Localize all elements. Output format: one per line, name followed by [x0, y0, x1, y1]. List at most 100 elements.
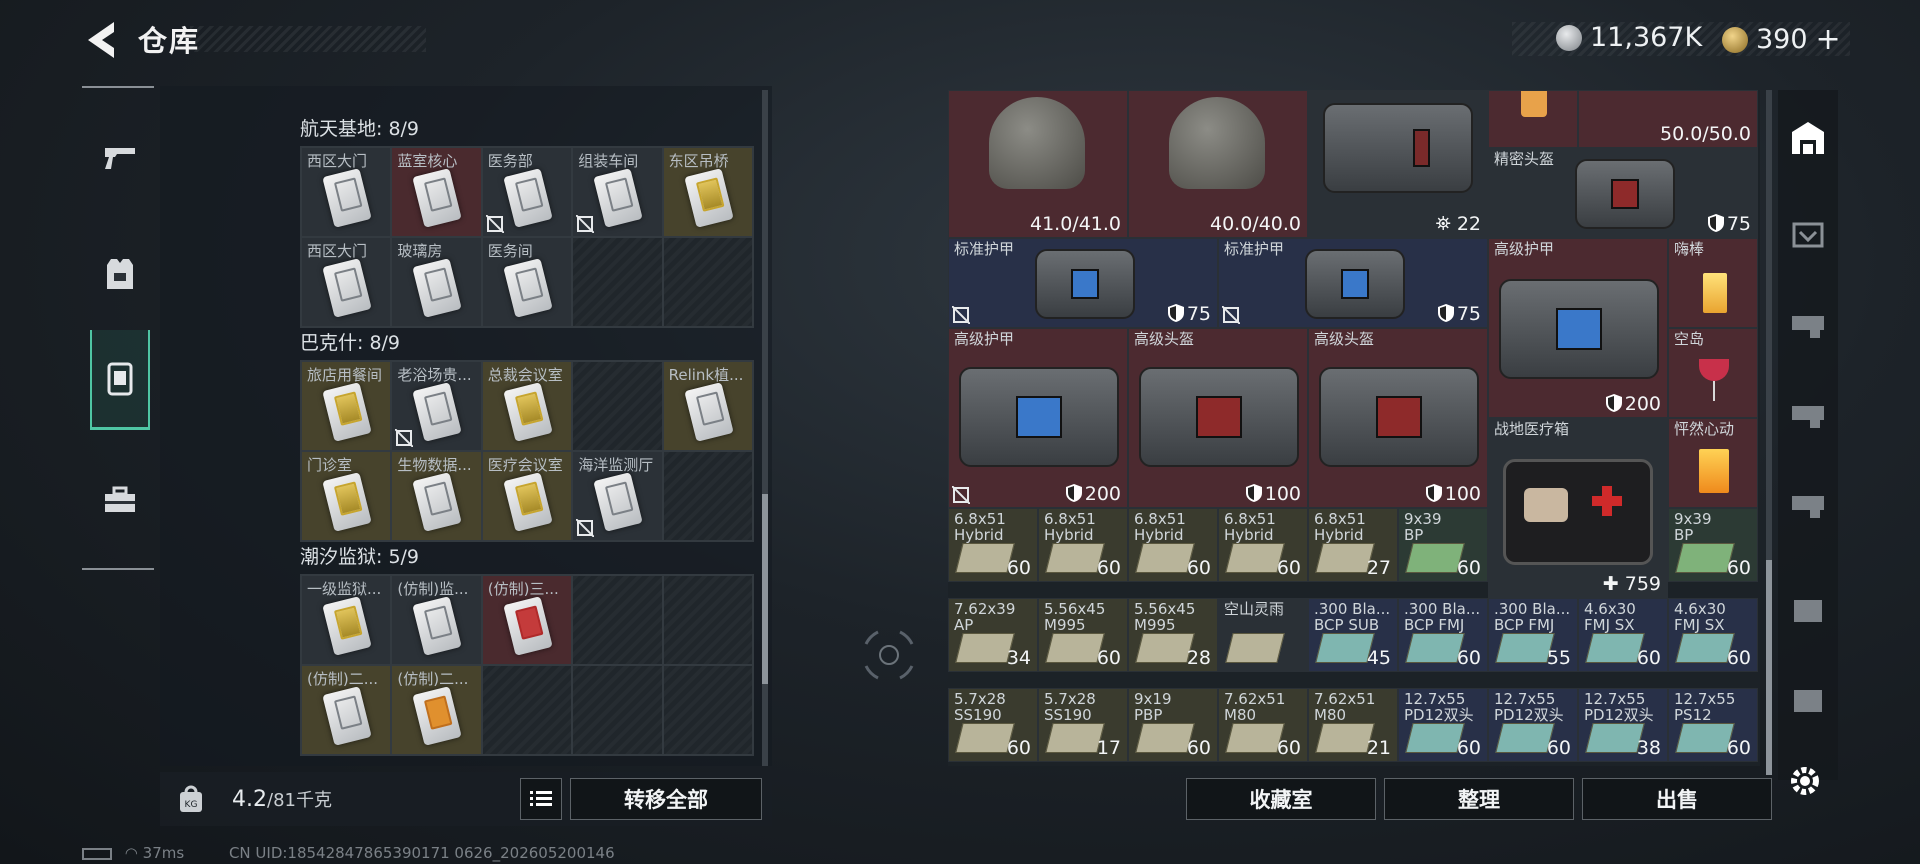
helmet-item-2[interactable]: 40.0/40.0 [1128, 90, 1308, 238]
nav-keys[interactable] [90, 330, 150, 430]
ammo-item[interactable]: 7.62x51 M80 60 [1218, 688, 1308, 762]
ammo-item[interactable]: .300 Bla... BCP FMJ 60 [1398, 598, 1488, 672]
keycard-slot[interactable]: (仿制)监... [392, 576, 481, 664]
ammo-item[interactable]: .300 Bla... BCP SUB 45 [1308, 598, 1398, 672]
ammo-item[interactable]: 9x39 BP 60 [1398, 508, 1488, 582]
nav-weapons[interactable] [90, 118, 150, 198]
standard-armor-item-2[interactable]: 标准护甲 75 [1218, 238, 1488, 328]
list-view-button[interactable] [520, 778, 562, 820]
medkit-hp-value: 759 [1624, 573, 1661, 595]
transfer-all-button[interactable]: 转移全部 [570, 778, 762, 820]
standard-armor-item-1[interactable]: 标准护甲 75 [948, 238, 1218, 328]
ammo-item[interactable]: 5.7x28 SS190 60 [948, 688, 1038, 762]
ammo-item[interactable]: 7.62x51 M80 21 [1308, 688, 1398, 762]
ammo-item[interactable]: 9x19 PBP 60 [1128, 688, 1218, 762]
advanced-helmet-item-2[interactable]: 高级头盔 100 [1308, 328, 1488, 508]
keycard-slot[interactable]: 医务部 [482, 148, 572, 236]
ammo-item[interactable]: 6.8x51 Hybrid 60 [1038, 508, 1128, 582]
drink-kongdao[interactable]: 空岛 [1668, 328, 1758, 418]
keycard-slot[interactable]: (仿制)二... [302, 666, 391, 754]
keycard-slot[interactable]: 西区大门 [302, 238, 391, 326]
ammo-item[interactable]: 12.7x55 PD12双头 38 [1578, 688, 1668, 762]
currency-gold[interactable]: 390 + [1722, 22, 1841, 57]
ammo-item[interactable]: 12.7x55 PD12双头 60 [1398, 688, 1488, 762]
ammo-item[interactable]: 12.7x55 PS12 60 [1668, 688, 1758, 762]
left-scroll-thumb[interactable] [762, 494, 768, 684]
item-name: 精密头盔 [1494, 150, 1555, 168]
container-2-icon[interactable] [1788, 304, 1828, 344]
back-arrow-icon[interactable] [84, 20, 118, 60]
drink-hibang[interactable]: 嗨棒 [1668, 238, 1758, 328]
keycard-slot[interactable]: 生物数据... [392, 452, 481, 540]
ammo-item[interactable]: 7.62x39 AP 34 [948, 598, 1038, 672]
bag-image [1035, 249, 1135, 319]
left-scrollbar[interactable] [762, 90, 768, 766]
keycard-slot[interactable]: 西区大门 [302, 148, 391, 236]
keycard-slot[interactable]: 东区吊桥 [663, 148, 752, 236]
warehouse-icon[interactable] [1788, 118, 1828, 158]
container-6-icon[interactable] [1788, 680, 1828, 720]
keycard-slot[interactable]: 一级监狱... [302, 576, 391, 664]
ammo-item[interactable]: 6.8x51 Hybrid 60 [1128, 508, 1218, 582]
ammo-item[interactable]: 6.8x51 Hybrid 60 [1218, 508, 1308, 582]
keycard-slot[interactable]: 医务间 [482, 238, 572, 326]
keycard-slot[interactable]: 旅店用餐间 [302, 362, 391, 450]
ammo-item[interactable]: 6.8x51 Hybrid 60 [948, 508, 1038, 582]
ammo-item[interactable]: 12.7x55 PD12双头 60 [1488, 688, 1578, 762]
keycard-slot[interactable]: (仿制)二... [392, 666, 481, 754]
right-scroll-thumb[interactable] [1766, 560, 1772, 775]
container-4-icon[interactable] [1788, 484, 1828, 524]
precise-helmet-item[interactable]: 精密头盔 75 [1488, 148, 1758, 238]
ammo-name: 12.7x55 PD12双头 [1404, 690, 1474, 724]
helmet-item-1[interactable]: 41.0/41.0 [948, 90, 1128, 238]
container-5-icon[interactable] [1788, 590, 1828, 630]
nav-armor[interactable] [90, 234, 150, 314]
ammo-item[interactable]: 5.56x45 M995 60 [1038, 598, 1128, 672]
item-top-right[interactable]: 50.0/50.0 [1578, 90, 1758, 148]
drink-item-top[interactable] [1488, 90, 1578, 148]
advanced-helmet-item-1[interactable]: 高级头盔 100 [1128, 328, 1308, 508]
keycard-slot[interactable]: (仿制)三... [482, 576, 572, 664]
keycard-slot[interactable]: 总裁会议室 [482, 362, 572, 450]
ammo-item[interactable]: 5.56x45 M995 28 [1128, 598, 1218, 672]
duffel-bag-item[interactable]: ⛯ 22 [1308, 90, 1488, 238]
keycard-slot[interactable]: 老浴场贵... [392, 362, 481, 450]
keycard-slot[interactable]: 蓝室核心 [392, 148, 481, 236]
status-bar: ◠ 37ms CN UID:18542847865390171 0626_202… [82, 844, 615, 862]
keycard-slot[interactable]: 玻璃房 [392, 238, 481, 326]
add-currency-button[interactable]: + [1816, 22, 1841, 57]
field-medkit-item[interactable]: 战地医疗箱 ✚ 759 [1488, 418, 1668, 598]
svg-text:KG: KG [185, 800, 198, 810]
keycard-slot[interactable]: 海洋监测厅 [573, 452, 662, 540]
ammo-name: 12.7x55 PS12 [1674, 690, 1736, 724]
ammo-count: 45 [1366, 647, 1391, 669]
keycard-slot[interactable]: 组装车间 [573, 148, 662, 236]
ammo-item[interactable]: 空山灵雨 [1218, 598, 1308, 672]
nav-equipment[interactable] [90, 460, 150, 540]
keycard-slot[interactable]: 医疗会议室 [482, 452, 572, 540]
ammo-item[interactable]: 6.8x51 Hybrid 27 [1308, 508, 1398, 582]
keycard-slot[interactable]: Relink植... [663, 362, 752, 450]
settings-gear-icon[interactable] [1788, 764, 1822, 798]
gold-coin-icon [1722, 26, 1748, 53]
ammo-name: 12.7x55 PD12双头 [1494, 690, 1564, 724]
advanced-armor-item-big[interactable]: 高级护甲 200 [1488, 238, 1668, 418]
ammo-item[interactable]: 5.7x28 SS190 17 [1038, 688, 1128, 762]
ammo-item[interactable]: 4.6x30 FMJ SX 60 [1578, 598, 1668, 672]
ammo-item[interactable]: 4.6x30 FMJ SX 60 [1668, 598, 1758, 672]
ammo-item[interactable]: 9x39 BP 60 [1668, 508, 1758, 582]
arrange-button[interactable]: 整理 [1384, 778, 1574, 820]
collection-room-button[interactable]: 收藏室 [1186, 778, 1376, 820]
no-insure-icon [1222, 306, 1240, 324]
container-1-icon[interactable] [1788, 214, 1828, 254]
drink-pengran[interactable]: 怦然心动 [1668, 418, 1758, 508]
keycard-slot[interactable]: 门诊室 [302, 452, 391, 540]
keycard-label: (仿制)监... [397, 580, 469, 598]
armor-value: 200 [1065, 483, 1121, 505]
advanced-armor-item[interactable]: 高级护甲 200 [948, 328, 1128, 508]
ammo-box-image [955, 633, 1015, 663]
sell-button[interactable]: 出售 [1582, 778, 1772, 820]
ammo-item[interactable]: .300 Bla... BCP FMJ 55 [1488, 598, 1578, 672]
container-3-icon[interactable] [1788, 394, 1828, 434]
right-scrollbar[interactable] [1766, 90, 1772, 775]
